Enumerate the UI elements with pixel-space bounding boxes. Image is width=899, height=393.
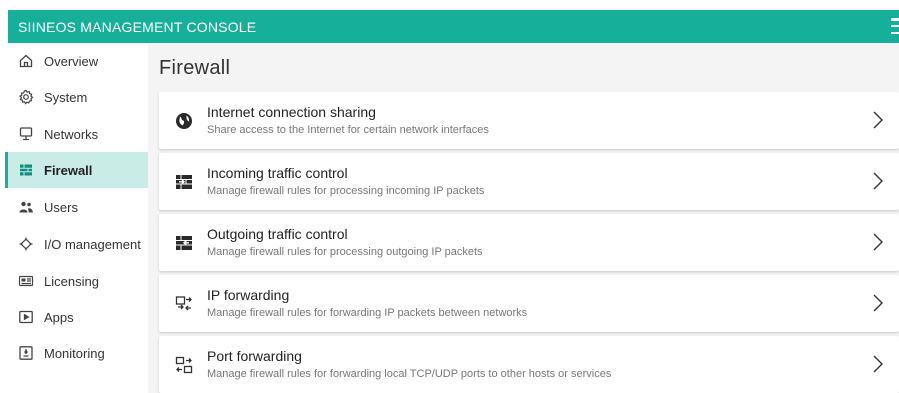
outgoing-traffic-icon xyxy=(174,233,194,253)
sidebar-item-label: Licensing xyxy=(44,273,99,289)
card-subtitle: Share access to the Internet for certain… xyxy=(207,124,489,136)
app-title: SIINEOS MANAGEMENT CONSOLE xyxy=(18,18,257,35)
gear-icon xyxy=(17,88,35,106)
ip-forwarding-icon xyxy=(174,294,194,314)
sidebar-item-system[interactable]: System xyxy=(8,79,148,115)
sidebar-item-networks[interactable]: Networks xyxy=(8,116,148,152)
sidebar-item-overview[interactable]: Overview xyxy=(8,43,148,79)
sidebar-item-label: Users xyxy=(44,199,78,215)
sidebar-item-label: Networks xyxy=(44,126,99,142)
incoming-traffic-icon xyxy=(174,172,194,192)
sidebar-item-licensing[interactable]: Licensing xyxy=(8,263,148,299)
card-title: IP forwarding xyxy=(207,287,290,303)
card-title: Port forwarding xyxy=(207,348,302,364)
sidebar-item-label: Monitoring xyxy=(44,345,105,361)
card-subtitle: Manage firewall rules for processing out… xyxy=(207,246,483,258)
port-forwarding-icon xyxy=(174,355,194,375)
sidebar-item-label: I/O management xyxy=(44,236,141,252)
card-title: Internet connection sharing xyxy=(207,104,376,120)
sidebar-item-monitoring[interactable]: Monitoring xyxy=(8,335,148,371)
sidebar-item-label: Apps xyxy=(44,309,74,325)
app: SIINEOS MANAGEMENT CONSOLE Overview Syst… xyxy=(0,0,899,393)
sidebar-item-firewall[interactable]: Firewall xyxy=(5,152,148,188)
chevron-right-icon xyxy=(871,354,885,374)
card-title: Incoming traffic control xyxy=(207,165,348,181)
card-subtitle: Manage firewall rules for forwarding loc… xyxy=(207,368,612,380)
card-subtitle: Manage firewall rules for forwarding IP … xyxy=(207,307,528,319)
sidebar-item-label: Overview xyxy=(44,53,99,69)
network-icon xyxy=(17,125,35,143)
card-title: Outgoing traffic control xyxy=(207,226,348,242)
sidebar-item-apps[interactable]: Apps xyxy=(8,299,148,335)
sidebar-item-label: Firewall xyxy=(44,162,93,178)
sidebar-item-users[interactable]: Users xyxy=(8,189,148,225)
home-icon xyxy=(17,52,35,70)
sidebar-item-label: System xyxy=(44,89,88,105)
sidebar-item-io-management[interactable]: I/O management xyxy=(8,226,148,262)
main-content: Firewall Internet connection sharing Sha… xyxy=(148,43,899,393)
card-subtitle: Manage firewall rules for processing inc… xyxy=(207,185,485,197)
hamburger-icon[interactable] xyxy=(891,18,899,34)
users-icon xyxy=(17,198,35,216)
monitoring-icon xyxy=(17,344,35,362)
apps-icon xyxy=(17,308,35,326)
chevron-right-icon xyxy=(871,293,885,313)
chevron-right-icon xyxy=(871,171,885,191)
globe-icon xyxy=(174,111,194,131)
license-icon xyxy=(17,272,35,290)
card-internet-connection-sharing[interactable]: Internet connection sharing Share access… xyxy=(159,92,899,149)
chevron-right-icon xyxy=(871,232,885,252)
card-incoming-traffic-control[interactable]: Incoming traffic control Manage firewall… xyxy=(159,153,899,210)
sidebar: Overview System Networks Firewall Users xyxy=(5,43,148,393)
firewall-icon xyxy=(17,161,35,179)
card-outgoing-traffic-control[interactable]: Outgoing traffic control Manage firewall… xyxy=(159,214,899,271)
io-icon xyxy=(17,235,35,253)
card-port-forwarding[interactable]: Port forwarding Manage firewall rules fo… xyxy=(159,336,899,393)
page-title: Firewall xyxy=(159,57,231,79)
app-header: SIINEOS MANAGEMENT CONSOLE xyxy=(8,10,899,43)
chevron-right-icon xyxy=(871,110,885,130)
card-ip-forwarding[interactable]: IP forwarding Manage firewall rules for … xyxy=(159,275,899,332)
